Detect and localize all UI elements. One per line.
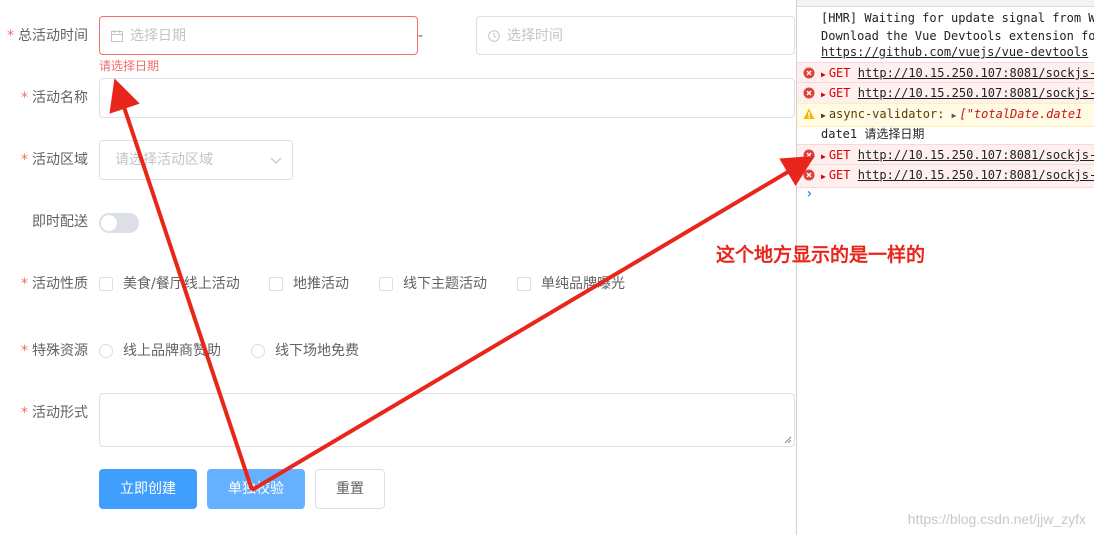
total-time-label: * 总活动时间 xyxy=(7,28,88,44)
error-link[interactable]: http://10.15.250.107:8081/sockjs- xyxy=(858,148,1094,162)
error-icon xyxy=(803,67,815,79)
console-prompt[interactable]: › xyxy=(797,184,1094,204)
date-placeholder: 选择日期 xyxy=(130,28,186,44)
error-icon xyxy=(803,169,815,181)
nature-checkbox-3[interactable] xyxy=(379,277,393,291)
resource-option-2-label[interactable]: 线下场地免费 xyxy=(275,341,359,361)
resource-option-1-label[interactable]: 线上品牌商赞助 xyxy=(123,341,221,361)
resize-handle-icon[interactable] xyxy=(784,436,792,444)
watermark: https://blog.csdn.net/jjw_zyfx xyxy=(907,511,1086,527)
warning-icon xyxy=(803,108,815,119)
time-placeholder: 选择时间 xyxy=(507,28,563,44)
expand-triangle-icon[interactable]: ▶ xyxy=(821,85,826,105)
clock-icon xyxy=(488,30,500,42)
time-picker-input[interactable]: 选择时间 xyxy=(476,16,795,55)
region-placeholder: 请选择活动区域 xyxy=(115,152,213,168)
resource-radio-1[interactable] xyxy=(99,344,113,358)
console-toolbar xyxy=(797,0,1094,7)
special-resource-label: * 特殊资源 xyxy=(21,343,88,359)
activity-form-textarea[interactable] xyxy=(99,393,795,447)
nature-option-1-label[interactable]: 美食/餐厅线上活动 xyxy=(123,274,240,294)
activity-region-select[interactable]: 请选择活动区域 xyxy=(99,140,293,180)
devtools-link[interactable]: https://github.com/vuejs/vue-devtools xyxy=(821,44,1094,60)
resource-radio-2[interactable] xyxy=(251,344,265,358)
date-time-separator: - xyxy=(418,28,424,44)
validate-button[interactable]: 单独校验 xyxy=(207,469,305,509)
chevron-down-icon xyxy=(270,157,282,164)
activity-form-label: * 活动形式 xyxy=(21,405,88,421)
activity-nature-label: * 活动性质 xyxy=(21,276,88,292)
console-row-6: date1 请选择日期 xyxy=(821,127,925,141)
reset-button[interactable]: 重置 xyxy=(315,469,385,509)
date-error-message: 请选择日期 xyxy=(99,59,160,73)
error-link[interactable]: http://10.15.250.107:8081/sockjs- xyxy=(858,66,1094,80)
error-icon xyxy=(803,149,815,161)
nature-checkbox-1[interactable] xyxy=(99,277,113,291)
expand-triangle-icon[interactable]: ▶ xyxy=(952,106,957,126)
instant-delivery-switch[interactable] xyxy=(99,213,139,233)
annotation-text: 这个地方显示的是一样的 xyxy=(716,244,926,266)
activity-name-label: * 活动名称 xyxy=(21,90,88,106)
nature-option-3-label[interactable]: 线下主题活动 xyxy=(403,274,487,294)
nature-option-4-label[interactable]: 单纯品牌曝光 xyxy=(541,274,625,294)
console-row-2: Download the Vue Devtools extension fo h… xyxy=(797,28,1094,60)
console-row-1: [HMR] Waiting for update signal from W xyxy=(821,11,1094,25)
nature-checkbox-2[interactable] xyxy=(269,277,283,291)
console-row-2-text: Download the Vue Devtools extension fo xyxy=(821,29,1094,43)
switch-knob xyxy=(101,215,117,231)
error-icon xyxy=(803,87,815,99)
nature-checkbox-4[interactable] xyxy=(517,277,531,291)
create-button[interactable]: 立即创建 xyxy=(99,469,197,509)
error-link[interactable]: http://10.15.250.107:8081/sockjs- xyxy=(858,86,1094,100)
devtools-console: [HMR] Waiting for update signal from W D… xyxy=(796,0,1094,535)
activity-name-input[interactable] xyxy=(99,78,795,118)
instant-delivery-label: 即时配送 xyxy=(32,214,88,230)
calendar-icon xyxy=(111,30,123,42)
date-picker-input[interactable]: 选择日期 xyxy=(99,16,418,55)
expand-triangle-icon[interactable]: ▶ xyxy=(821,106,826,126)
error-link[interactable]: http://10.15.250.107:8081/sockjs- xyxy=(858,168,1094,182)
nature-option-2-label[interactable]: 地推活动 xyxy=(293,274,349,294)
activity-region-label: * 活动区域 xyxy=(21,152,88,168)
